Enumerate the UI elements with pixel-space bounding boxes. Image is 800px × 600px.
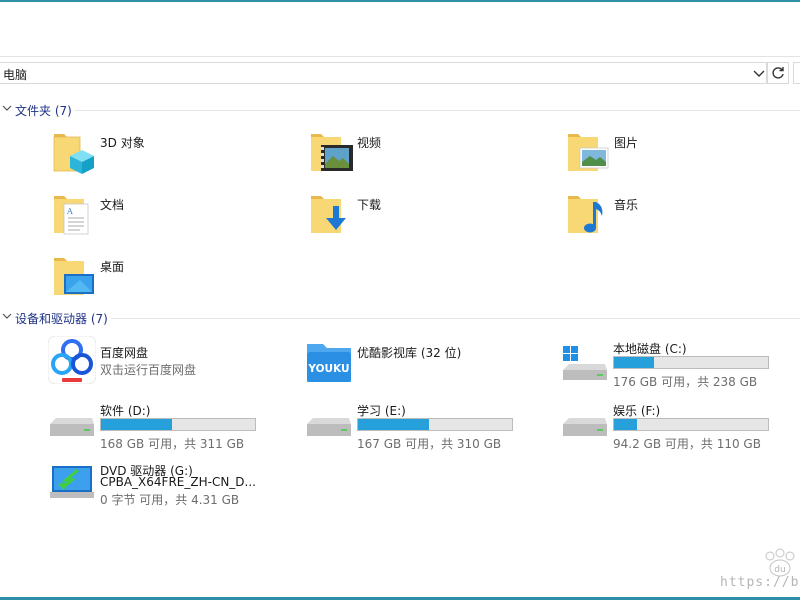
window-top-border — [0, 0, 800, 2]
dvd-drive-icon — [50, 466, 94, 498]
devices-group-header[interactable]: 设备和驱动器 (7) — [0, 309, 800, 329]
drive-free-space: 0 字节 可用，共 4.31 GB — [100, 493, 240, 507]
folder-label: 文档 — [100, 198, 125, 212]
drive-e[interactable]: 学习 (E:) 167 GB 可用，共 310 GB — [305, 398, 545, 454]
drive-free-space: 94.2 GB 可用，共 110 GB — [613, 437, 761, 451]
drive-c[interactable]: 本地磁盘 (C:) 176 GB 可用，共 238 GB — [561, 336, 800, 392]
device-baidu-netdisk[interactable]: 百度网盘 双击运行百度网盘 — [48, 336, 288, 392]
drive-g-dvd[interactable]: DVD 驱动器 (G:) CPBA_X64FRE_ZH-CN_D... 0 字节… — [48, 458, 288, 514]
drive-name: 娱乐 (F:) — [613, 404, 661, 418]
drive-d[interactable]: 软件 (D:) 168 GB 可用，共 311 GB — [48, 398, 288, 454]
refresh-button[interactable] — [767, 62, 789, 84]
drive-free-space: 167 GB 可用，共 310 GB — [357, 437, 502, 451]
baidu-paw-logo-icon: du — [765, 548, 795, 577]
ribbon-divider — [0, 56, 800, 57]
device-name: 优酷影视库 (32 位) — [357, 346, 462, 360]
drive-free-space: 168 GB 可用，共 311 GB — [100, 437, 245, 451]
windows-drive-icon — [563, 346, 607, 380]
chevron-down-icon[interactable] — [2, 103, 12, 113]
device-youku-library[interactable]: YOUKU 优酷影视库 (32 位) — [305, 336, 545, 392]
refresh-icon — [772, 67, 784, 79]
watermark: du https://blo — [720, 548, 800, 600]
drive-usage-bar — [357, 418, 513, 431]
folder-label: 视频 — [357, 136, 382, 150]
folder-downloads[interactable]: 下载 — [307, 190, 547, 246]
folder-desktop[interactable]: 桌面 — [50, 252, 290, 308]
folder-label: 图片 — [614, 136, 639, 150]
youku-icon: YOUKU — [307, 344, 351, 382]
downloads-folder-icon — [311, 196, 346, 233]
hard-drive-icon — [50, 418, 94, 436]
breadcrumb-chevron-icon[interactable]: › — [21, 65, 26, 79]
folder-3d-objects[interactable]: 3D 对象 — [50, 128, 290, 184]
drive-name: 软件 (D:) — [100, 404, 151, 418]
folder-label: 下载 — [357, 198, 382, 212]
watermark-logo-text: du — [774, 565, 785, 575]
folder-documents[interactable]: A 文档 — [50, 190, 290, 246]
drive-usage-fill — [101, 419, 172, 430]
group-divider — [111, 318, 800, 319]
folder-music[interactable]: 音乐 — [564, 190, 800, 246]
drive-usage-fill — [614, 419, 638, 430]
device-subtitle: 双击运行百度网盘 — [100, 363, 197, 377]
music-folder-icon — [568, 196, 603, 233]
youku-logo-text: YOUKU — [307, 363, 349, 375]
drive-free-space: 176 GB 可用，共 238 GB — [613, 375, 758, 389]
documents-folder-icon: A — [54, 196, 89, 235]
folder-label: 音乐 — [614, 198, 639, 212]
folder-pictures[interactable]: 图片 — [564, 128, 800, 184]
folder-label: 3D 对象 — [100, 136, 145, 150]
drive-usage-fill — [358, 419, 429, 430]
baidu-netdisk-icon — [48, 336, 96, 384]
devices-group-title: 设备和驱动器 (7) — [15, 312, 108, 326]
folder-label: 桌面 — [100, 260, 125, 274]
address-bar[interactable]: 电脑 › — [0, 62, 767, 84]
search-input[interactable] — [793, 62, 800, 84]
chevron-down-icon[interactable] — [751, 65, 767, 81]
drive-usage-fill — [614, 357, 655, 368]
chevron-down-icon[interactable] — [2, 311, 12, 321]
folder-videos[interactable]: 视频 — [307, 128, 547, 184]
desktop-folder-icon — [54, 258, 94, 295]
drive-usage-bar — [613, 356, 769, 369]
drive-usage-bar — [100, 418, 256, 431]
watermark-text: https://blo — [720, 575, 800, 590]
svg-text:A: A — [66, 207, 73, 216]
folders-group-header[interactable]: 文件夹 (7) — [0, 101, 800, 121]
videos-folder-icon — [311, 134, 353, 171]
hard-drive-icon — [307, 418, 351, 436]
drive-volume-label: CPBA_X64FRE_ZH-CN_D... — [100, 475, 256, 489]
drive-usage-bar — [613, 418, 769, 431]
hard-drive-icon — [563, 418, 607, 436]
device-name: 百度网盘 — [100, 346, 149, 360]
drive-f[interactable]: 娱乐 (F:) 94.2 GB 可用，共 110 GB — [561, 398, 800, 454]
group-divider — [75, 110, 800, 111]
folders-group-title: 文件夹 (7) — [15, 104, 72, 118]
drive-name: 学习 (E:) — [357, 404, 406, 418]
pictures-folder-icon — [568, 134, 609, 171]
3d-objects-folder-icon — [53, 134, 94, 174]
drive-name: 本地磁盘 (C:) — [613, 342, 687, 356]
